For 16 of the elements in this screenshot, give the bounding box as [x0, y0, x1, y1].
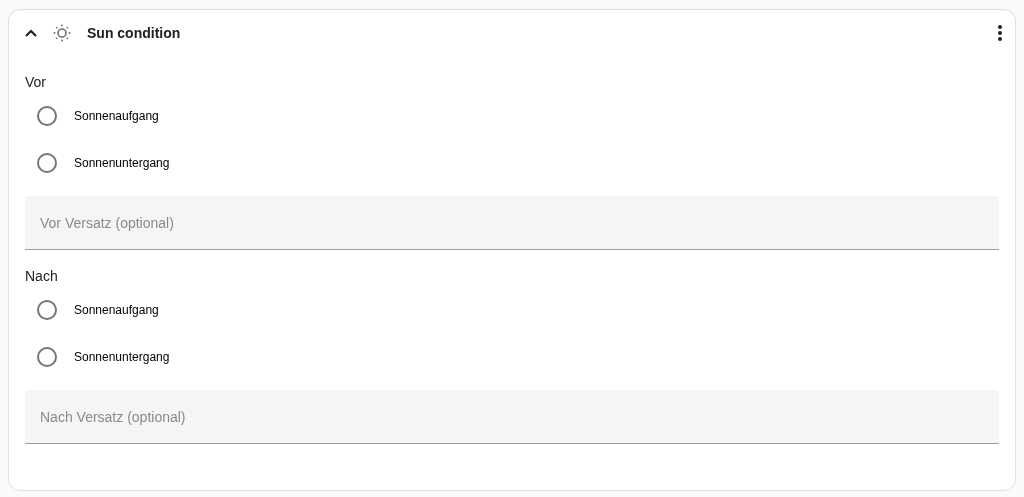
card-title: Sun condition: [87, 23, 181, 43]
radio-label[interactable]: Sonnenuntergang: [74, 347, 170, 366]
radio-button[interactable]: [37, 299, 57, 320]
menu-button[interactable]: [997, 24, 1003, 42]
sun-icon: [53, 24, 71, 42]
radio-label[interactable]: Sonnenaufgang: [74, 300, 159, 319]
radio-button[interactable]: [37, 105, 57, 126]
group-label: Nach: [25, 267, 59, 286]
radio-label[interactable]: Sonnenuntergang: [74, 153, 170, 172]
group-label: Vor: [25, 73, 47, 92]
offset-field[interactable]: Vor Versatz (optional): [25, 196, 999, 250]
collapse-button[interactable]: [25, 29, 37, 37]
radio-button[interactable]: [37, 346, 57, 367]
offset-field[interactable]: Nach Versatz (optional): [25, 390, 999, 444]
radio-label[interactable]: Sonnenaufgang: [74, 106, 159, 125]
radio-button[interactable]: [37, 152, 57, 173]
